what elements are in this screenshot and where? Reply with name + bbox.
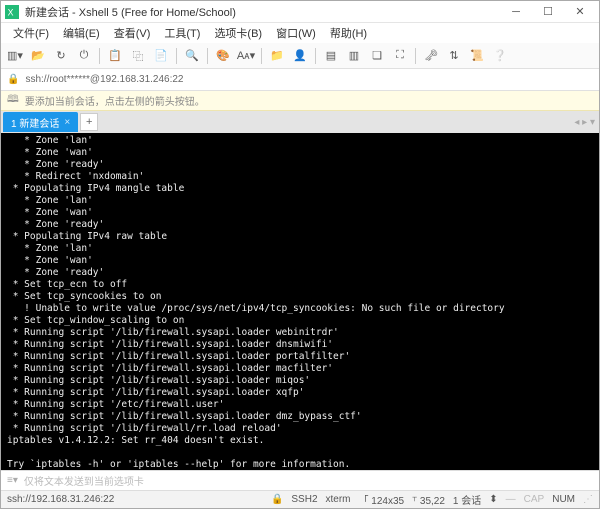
- disconnect-icon[interactable]: ⏻: [74, 46, 94, 66]
- separator: [176, 48, 177, 64]
- help-icon[interactable]: ❔: [490, 46, 510, 66]
- status-lock-icon: 🔒: [271, 494, 283, 505]
- properties-icon[interactable]: 📋: [105, 46, 125, 66]
- tab-close-icon[interactable]: ×: [64, 117, 70, 128]
- paste-icon[interactable]: 📄: [151, 46, 171, 66]
- fullscreen-icon[interactable]: ⛶: [390, 46, 410, 66]
- color-icon[interactable]: 🎨: [213, 46, 233, 66]
- window-title: 新建会话 - Xshell 5 (Free for Home/School): [25, 4, 501, 20]
- titlebar[interactable]: X 新建会话 - Xshell 5 (Free for Home/School)…: [1, 1, 599, 23]
- menu-window[interactable]: 窗口(W): [270, 23, 322, 43]
- app-icon: X: [5, 5, 19, 19]
- key-icon[interactable]: 🗝: [421, 46, 441, 66]
- tab-bar: 1 新建会话 × + ◂ ▸ ▾: [1, 111, 599, 133]
- toolbar: ▥▾ 📂 ↻ ⏻ 📋 ⿻ 📄 🔍 🎨 Aᴀ▾ 📁 👤 ▤ ▥ ❏ ⛶ 🗝 ⇅ 📜…: [1, 43, 599, 69]
- new-session-icon[interactable]: ▥▾: [5, 46, 25, 66]
- info-bar: 🕮 要添加当前会话，点击左侧的箭头按钮。: [1, 91, 599, 111]
- status-updown-icon: ⬍: [489, 494, 497, 505]
- status-net-icon: —: [506, 494, 516, 505]
- menu-file[interactable]: 文件(F): [7, 23, 55, 43]
- svg-text:X: X: [8, 7, 14, 17]
- copy-icon[interactable]: ⿻: [128, 46, 148, 66]
- status-bar: ssh://192.168.31.246:22 🔒 SSH2 xterm 「 1…: [1, 490, 599, 508]
- status-term: xterm: [326, 494, 351, 505]
- status-pos: ⸆ 35,22: [412, 493, 445, 507]
- app-window: X 新建会话 - Xshell 5 (Free for Home/School)…: [0, 0, 600, 509]
- tile-h-icon[interactable]: ▤: [321, 46, 341, 66]
- separator: [207, 48, 208, 64]
- status-ssh: SSH2: [291, 494, 317, 505]
- status-num: NUM: [552, 494, 575, 505]
- address-bar: 🔒 ssh://root******@192.168.31.246:22: [1, 69, 599, 91]
- cascade-icon[interactable]: ❏: [367, 46, 387, 66]
- lock-icon: 🔒: [7, 74, 19, 85]
- separator: [315, 48, 316, 64]
- send-bar: ≡▾ 仅将文本发送到当前选项卡: [1, 470, 599, 490]
- status-grip-icon[interactable]: ⋰: [583, 494, 593, 505]
- menu-edit[interactable]: 编辑(E): [57, 23, 106, 43]
- script-icon[interactable]: 📜: [467, 46, 487, 66]
- address-text[interactable]: ssh://root******@192.168.31.246:22: [25, 74, 183, 85]
- tab-scroll[interactable]: ◂ ▸ ▾: [574, 117, 599, 128]
- info-text: 要添加当前会话，点击左侧的箭头按钮。: [25, 93, 205, 108]
- send-menu-icon[interactable]: ≡▾: [7, 475, 18, 486]
- menubar: 文件(F) 编辑(E) 查看(V) 工具(T) 选项卡(B) 窗口(W) 帮助(…: [1, 23, 599, 43]
- search-icon[interactable]: 🔍: [182, 46, 202, 66]
- separator: [99, 48, 100, 64]
- menu-help[interactable]: 帮助(H): [324, 23, 373, 43]
- reconnect-icon[interactable]: ↻: [51, 46, 71, 66]
- minimize-button[interactable]: ─: [501, 3, 531, 21]
- bookmark-icon[interactable]: 🕮: [7, 92, 19, 109]
- session-tab[interactable]: 1 新建会话 ×: [3, 112, 78, 132]
- status-size: 「 124x35: [359, 492, 405, 507]
- terminal[interactable]: * Zone 'lan' * Zone 'wan' * Zone 'ready'…: [1, 133, 599, 470]
- open-icon[interactable]: 📂: [28, 46, 48, 66]
- menu-view[interactable]: 查看(V): [108, 23, 157, 43]
- separator: [415, 48, 416, 64]
- status-cap: CAP: [524, 494, 545, 505]
- user-icon[interactable]: 👤: [290, 46, 310, 66]
- status-session-count: 1 会话: [453, 492, 481, 507]
- add-tab-button[interactable]: +: [80, 113, 98, 131]
- menu-tools[interactable]: 工具(T): [158, 23, 206, 43]
- tab-label: 1 新建会话: [11, 115, 59, 130]
- status-connection: ssh://192.168.31.246:22: [7, 494, 114, 505]
- transfer-icon[interactable]: ⇅: [444, 46, 464, 66]
- maximize-button[interactable]: ☐: [533, 3, 563, 21]
- send-input[interactable]: 仅将文本发送到当前选项卡: [24, 473, 144, 488]
- menu-tabs[interactable]: 选项卡(B): [208, 23, 268, 43]
- folder-icon[interactable]: 📁: [267, 46, 287, 66]
- close-button[interactable]: ✕: [565, 3, 595, 21]
- tile-v-icon[interactable]: ▥: [344, 46, 364, 66]
- font-icon[interactable]: Aᴀ▾: [236, 46, 256, 66]
- separator: [261, 48, 262, 64]
